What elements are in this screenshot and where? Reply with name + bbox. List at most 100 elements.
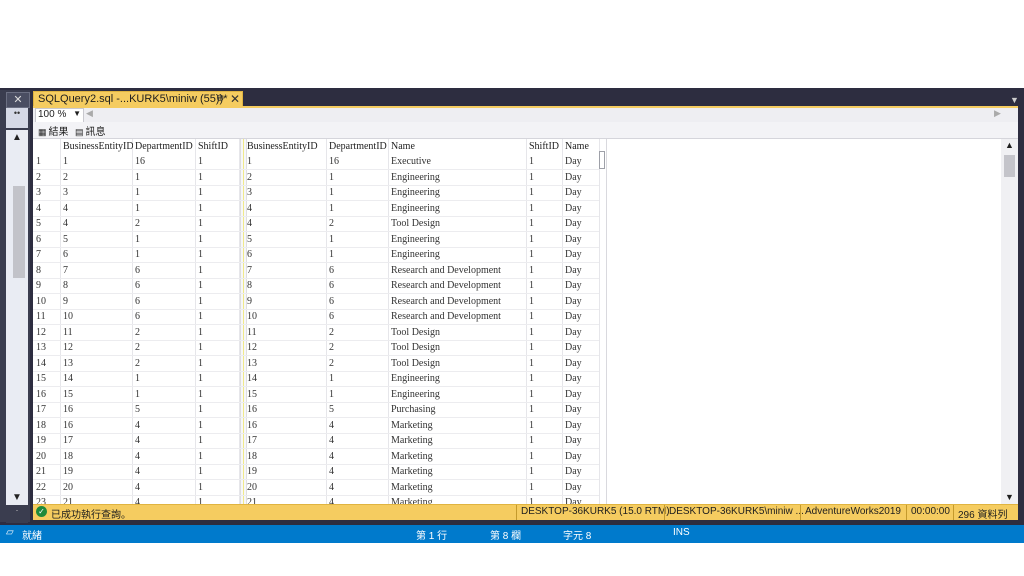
- left-vertical-scrollbar[interactable]: ▲ ▼: [6, 130, 28, 515]
- grid-cell[interactable]: 2: [329, 356, 389, 371]
- grid-cell[interactable]: 10: [247, 309, 327, 324]
- grid-cell[interactable]: 14: [63, 371, 133, 386]
- grid-cell[interactable]: Day: [565, 185, 599, 200]
- grid-cell[interactable]: 4: [329, 464, 389, 479]
- grid-cell[interactable]: 16: [63, 402, 133, 417]
- grid-cell[interactable]: 6: [329, 309, 389, 324]
- grid-cell[interactable]: Tool Design: [391, 356, 526, 371]
- grid-cell[interactable]: 5: [63, 232, 133, 247]
- row-number[interactable]: 11: [36, 309, 60, 324]
- column-header[interactable]: ShiftID: [198, 139, 238, 154]
- grid-cell[interactable]: Engineering: [391, 371, 526, 386]
- grid-cell[interactable]: Day: [565, 464, 599, 479]
- grid-cell[interactable]: 1: [529, 356, 563, 371]
- grid-cell[interactable]: 8: [63, 278, 133, 293]
- grid-cell[interactable]: 4: [329, 449, 389, 464]
- grid-cell[interactable]: 2: [329, 340, 389, 355]
- grid-cell[interactable]: 6: [135, 309, 195, 324]
- grid-edge-handle[interactable]: [599, 151, 605, 169]
- grid-cell[interactable]: Marketing: [391, 464, 526, 479]
- tab-results[interactable]: ▦ 結果: [38, 123, 69, 138]
- row-number[interactable]: 18: [36, 418, 60, 433]
- grid-cell[interactable]: 1: [198, 170, 238, 185]
- scroll-thumb[interactable]: [13, 186, 25, 278]
- grid-cell[interactable]: 18: [247, 449, 327, 464]
- grid-cell[interactable]: 6: [329, 294, 389, 309]
- grid-cell[interactable]: Tool Design: [391, 325, 526, 340]
- grid-cell[interactable]: 4: [135, 464, 195, 479]
- grid-cell[interactable]: 1: [135, 201, 195, 216]
- grid-cell[interactable]: Day: [565, 449, 599, 464]
- grid-cell[interactable]: 19: [63, 464, 133, 479]
- grid-cell[interactable]: 1: [529, 263, 563, 278]
- grid-cell[interactable]: 1: [329, 371, 389, 386]
- grid-cell[interactable]: 6: [135, 278, 195, 293]
- grid-cell[interactable]: Marketing: [391, 495, 526, 504]
- row-number[interactable]: 21: [36, 464, 60, 479]
- grid-vertical-scrollbar[interactable]: ▲ ▼: [1001, 139, 1018, 504]
- grid-cell[interactable]: 1: [198, 433, 238, 448]
- grid-cell[interactable]: Engineering: [391, 232, 526, 247]
- grid-cell[interactable]: 1: [198, 216, 238, 231]
- row-number[interactable]: 6: [36, 232, 60, 247]
- grid-cell[interactable]: Day: [565, 356, 599, 371]
- grid-cell[interactable]: 1: [198, 387, 238, 402]
- grid-cell[interactable]: 2: [63, 170, 133, 185]
- grid-cell[interactable]: 3: [63, 185, 133, 200]
- grid-cell[interactable]: 1: [198, 154, 238, 169]
- grid-cell[interactable]: 1: [135, 247, 195, 262]
- grid-cell[interactable]: 1: [198, 356, 238, 371]
- grid-cell[interactable]: 1: [135, 371, 195, 386]
- row-number[interactable]: 15: [36, 371, 60, 386]
- grid-cell[interactable]: Day: [565, 201, 599, 216]
- grid-cell[interactable]: 1: [198, 201, 238, 216]
- grid-cell[interactable]: 1: [529, 294, 563, 309]
- grid-cell[interactable]: 1: [529, 278, 563, 293]
- grid-cell[interactable]: 9: [63, 294, 133, 309]
- grid-cell[interactable]: 16: [329, 154, 389, 169]
- grid-cell[interactable]: 18: [63, 449, 133, 464]
- tab-messages[interactable]: ▤ 訊息: [75, 123, 106, 138]
- grid-cell[interactable]: 1: [135, 387, 195, 402]
- grid-cell[interactable]: 6: [63, 247, 133, 262]
- grid-cell[interactable]: Marketing: [391, 480, 526, 495]
- grid-cell[interactable]: 1: [198, 418, 238, 433]
- grid-cell[interactable]: 1: [198, 402, 238, 417]
- grid-cell[interactable]: 1: [529, 325, 563, 340]
- grid-cell[interactable]: Day: [565, 294, 599, 309]
- results-grid[interactable]: BusinessEntityID DepartmentID ShiftID Busin…: [33, 139, 1018, 504]
- grid-cell[interactable]: Engineering: [391, 247, 526, 262]
- grid-cell[interactable]: 12: [63, 340, 133, 355]
- grid-cell[interactable]: 1: [529, 449, 563, 464]
- grid-cell[interactable]: 6: [329, 263, 389, 278]
- grid-cell[interactable]: 20: [247, 480, 327, 495]
- grid-cell[interactable]: 1: [529, 216, 563, 231]
- scroll-right-icon[interactable]: ▶: [994, 108, 1001, 119]
- grid-cell[interactable]: 14: [247, 371, 327, 386]
- grid-cell[interactable]: 1: [329, 201, 389, 216]
- left-panel-close-icon[interactable]: ✕: [6, 92, 30, 108]
- grid-cell[interactable]: 19: [247, 464, 327, 479]
- grid-cell[interactable]: Day: [565, 263, 599, 278]
- grid-cell[interactable]: Day: [565, 433, 599, 448]
- grid-cell[interactable]: 1: [529, 340, 563, 355]
- row-number[interactable]: 14: [36, 356, 60, 371]
- grid-cell[interactable]: 1: [198, 371, 238, 386]
- row-number[interactable]: 8: [36, 263, 60, 278]
- grid-cell[interactable]: 1: [529, 185, 563, 200]
- grid-cell[interactable]: Tool Design: [391, 216, 526, 231]
- row-number[interactable]: 13: [36, 340, 60, 355]
- grid-cell[interactable]: 1: [198, 340, 238, 355]
- grid-cell[interactable]: 1: [198, 325, 238, 340]
- row-number[interactable]: 4: [36, 201, 60, 216]
- grid-cell[interactable]: 1: [529, 495, 563, 504]
- column-header[interactable]: Name: [391, 139, 526, 154]
- grid-cell[interactable]: 1: [198, 232, 238, 247]
- grid-cell[interactable]: 15: [63, 387, 133, 402]
- grid-cell[interactable]: 4: [135, 449, 195, 464]
- scroll-up-icon[interactable]: ▲: [1001, 140, 1018, 150]
- grid-cell[interactable]: 4: [135, 495, 195, 504]
- grid-cell[interactable]: 1: [198, 294, 238, 309]
- grid-cell[interactable]: 1: [63, 154, 133, 169]
- grid-cell[interactable]: Executive: [391, 154, 526, 169]
